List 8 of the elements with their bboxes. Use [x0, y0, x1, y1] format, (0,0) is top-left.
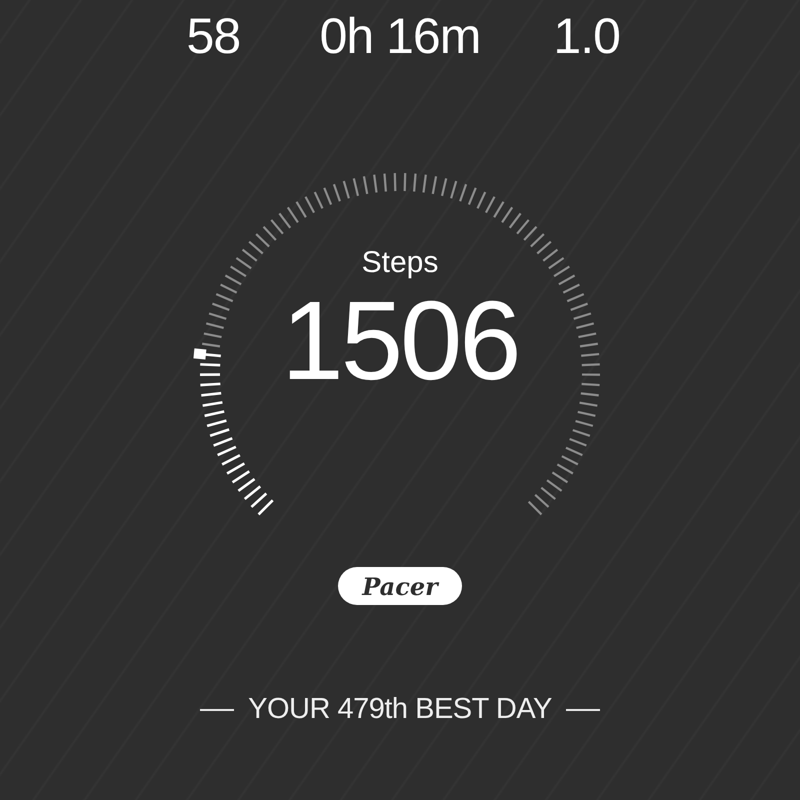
stat-value: 1.0 — [553, 7, 620, 66]
progress-marker — [193, 348, 206, 360]
best-day-text: YOUR 479th BEST DAY — [248, 693, 552, 726]
steps-count: 1506 — [281, 281, 519, 401]
pacer-logo: Pacer — [338, 567, 462, 605]
stat-value: 58 — [186, 7, 240, 66]
stat-value: 0h 16m — [320, 7, 480, 66]
steps-label: Steps — [362, 245, 438, 281]
